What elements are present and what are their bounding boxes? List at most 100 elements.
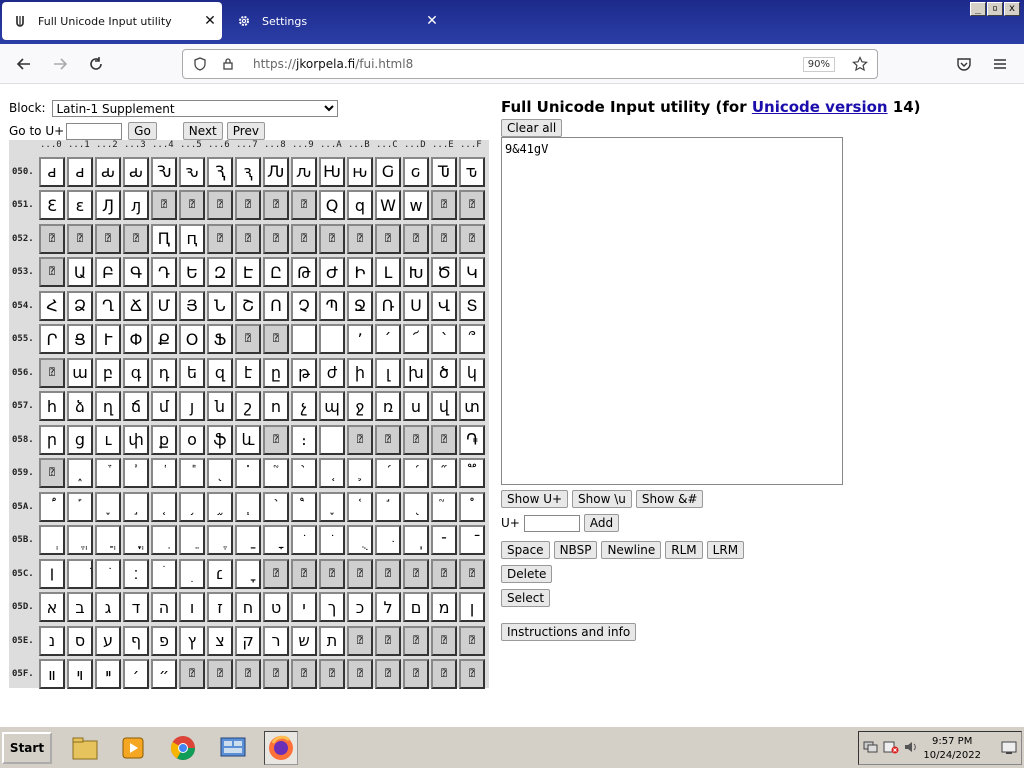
newline-button[interactable]: Newline: [601, 541, 662, 559]
char-cell[interactable]: ⍰: [235, 223, 261, 254]
char-cell[interactable]: [319, 424, 345, 455]
char-cell[interactable]: Ճ: [123, 290, 149, 321]
char-cell[interactable]: ⍰: [95, 223, 121, 254]
char-cell[interactable]: ⍰: [235, 190, 261, 221]
char-cell[interactable]: ן: [459, 592, 485, 623]
clear-all-button[interactable]: Clear all: [501, 119, 563, 137]
char-cell[interactable]: Ԑ: [39, 190, 65, 221]
char-cell[interactable]: ֜: [375, 458, 401, 489]
char-cell[interactable]: ։: [291, 424, 317, 455]
char-cell[interactable]: ׆: [207, 558, 233, 589]
bookmark-star-icon[interactable]: [849, 53, 871, 75]
goto-input[interactable]: [66, 122, 123, 140]
char-cell[interactable]: ⍰: [375, 659, 401, 690]
char-cell[interactable]: ⍰: [431, 223, 457, 254]
char-cell[interactable]: ֯: [459, 491, 485, 522]
char-cell[interactable]: ֞: [431, 458, 457, 489]
char-cell[interactable]: վ: [431, 391, 457, 422]
char-cell[interactable]: Յ: [179, 290, 205, 321]
show-uplus-button[interactable]: Show U+: [501, 490, 569, 508]
char-cell[interactable]: ד: [123, 592, 149, 623]
char-cell[interactable]: ւ: [95, 424, 121, 455]
char-cell[interactable]: ԛ: [347, 190, 373, 221]
char-cell[interactable]: ז: [207, 592, 233, 623]
char-cell[interactable]: ռ: [375, 391, 401, 422]
char-cell[interactable]: գ: [123, 357, 149, 388]
char-cell[interactable]: ԥ: [179, 223, 205, 254]
char-cell[interactable]: ך: [319, 592, 345, 623]
char-cell[interactable]: ⍰: [207, 190, 233, 221]
char-cell[interactable]: ԃ: [95, 156, 121, 187]
char-cell[interactable]: Կ: [459, 257, 485, 288]
char-cell[interactable]: ׃: [123, 558, 149, 589]
char-cell[interactable]: ⍰: [207, 223, 233, 254]
char-cell[interactable]: ⍰: [179, 659, 205, 690]
char-cell[interactable]: ֧: [235, 491, 261, 522]
char-cell[interactable]: ֗: [235, 458, 261, 489]
char-cell[interactable]: ׳: [123, 659, 149, 690]
char-cell[interactable]: ⍰: [431, 625, 457, 656]
char-cell[interactable]: ⍰: [235, 324, 261, 355]
char-cell[interactable]: ⍰: [459, 558, 485, 589]
close-window-button[interactable]: x: [1004, 2, 1020, 16]
char-cell[interactable]: Ԍ: [375, 156, 401, 187]
char-cell[interactable]: Ԥ: [151, 223, 177, 254]
char-cell[interactable]: Դ: [151, 257, 177, 288]
char-cell[interactable]: ֩: [291, 491, 317, 522]
char-cell[interactable]: Ԉ: [263, 156, 289, 187]
char-cell[interactable]: ֨: [263, 491, 289, 522]
char-cell[interactable]: ե: [179, 357, 205, 388]
char-cell[interactable]: խ: [403, 357, 429, 388]
char-cell[interactable]: Ն: [207, 290, 233, 321]
char-cell[interactable]: Լ: [375, 257, 401, 288]
char-cell[interactable]: ⍰: [319, 659, 345, 690]
char-cell[interactable]: կ: [459, 357, 485, 388]
char-cell[interactable]: ׀: [39, 558, 65, 589]
char-cell[interactable]: ׂ: [95, 558, 121, 589]
char-cell[interactable]: է: [235, 357, 261, 388]
char-cell[interactable]: ׅ: [179, 558, 205, 589]
char-cell[interactable]: Չ: [291, 290, 317, 321]
char-cell[interactable]: ת: [319, 625, 345, 656]
char-cell[interactable]: ⍰: [347, 424, 373, 455]
char-cell[interactable]: ⍰: [263, 223, 289, 254]
char-cell[interactable]: յ: [179, 391, 205, 422]
char-cell[interactable]: ֺ: [319, 525, 345, 556]
security-alert-icon[interactable]: [883, 740, 899, 757]
char-cell[interactable]: ⍰: [375, 424, 401, 455]
char-cell[interactable]: զ: [207, 357, 233, 388]
char-cell[interactable]: Ս: [403, 290, 429, 321]
char-cell[interactable]: ⍰: [347, 558, 373, 589]
lrm-button[interactable]: LRM: [706, 541, 745, 559]
char-cell[interactable]: Ա: [67, 257, 93, 288]
char-cell[interactable]: צ: [207, 625, 233, 656]
char-cell[interactable]: ⍰: [39, 257, 65, 288]
char-cell[interactable]: ն: [207, 391, 233, 422]
char-cell[interactable]: ⍰: [123, 223, 149, 254]
char-cell[interactable]: պ: [319, 391, 345, 422]
show-backslash-u-button[interactable]: Show \u: [572, 490, 632, 508]
char-cell[interactable]: ⍰: [67, 223, 93, 254]
char-cell[interactable]: ա: [67, 357, 93, 388]
char-cell[interactable]: ֕: [179, 458, 205, 489]
char-cell[interactable]: ԍ: [403, 156, 429, 187]
char-cell[interactable]: Ր: [39, 324, 65, 355]
char-cell[interactable]: Ջ: [347, 290, 373, 321]
char-cell[interactable]: ⍰: [291, 659, 317, 690]
char-cell[interactable]: ⍰: [347, 223, 373, 254]
char-cell[interactable]: ֻ: [347, 525, 373, 556]
zoom-indicator[interactable]: 90%: [802, 56, 835, 72]
char-cell[interactable]: ⍰: [459, 223, 485, 254]
char-cell[interactable]: ⍰: [263, 190, 289, 221]
char-cell[interactable]: ղ: [95, 391, 121, 422]
char-cell[interactable]: Ռ: [375, 290, 401, 321]
char-cell[interactable]: թ: [291, 357, 317, 388]
lock-icon[interactable]: [217, 53, 239, 75]
char-cell[interactable]: ֆ: [207, 424, 233, 455]
char-cell[interactable]: Ֆ: [207, 324, 233, 355]
char-cell[interactable]: Ո: [263, 290, 289, 321]
instructions-button[interactable]: Instructions and info: [501, 623, 637, 641]
char-cell[interactable]: ⍰: [403, 558, 429, 589]
block-select[interactable]: Latin-1 Supplement: [51, 99, 338, 117]
char-cell[interactable]: Զ: [207, 257, 233, 288]
